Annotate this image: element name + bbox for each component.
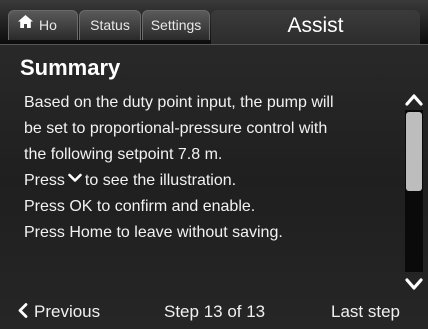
summary-line: Press OK to confirm and enable. xyxy=(24,198,256,216)
page-title: Summary xyxy=(20,55,121,80)
previous-button[interactable]: Previous xyxy=(18,302,100,322)
illustration-text: to see the illustration. xyxy=(84,172,237,190)
scrollbar-thumb[interactable] xyxy=(406,112,422,191)
summary-line: Press Home to leave without saving. xyxy=(24,224,283,242)
tab-settings-label: Settings xyxy=(150,17,202,33)
tab-bar: Ho Status Settings Assist xyxy=(0,0,428,45)
step-indicator: Step 13 of 13 xyxy=(164,302,266,321)
summary-line-press-down: Press to see the illustration. xyxy=(24,168,399,194)
home-icon xyxy=(17,11,34,38)
last-step-button[interactable]: Last step xyxy=(331,302,400,322)
tab-assist[interactable]: Assist xyxy=(211,10,420,44)
summary-line: be set to proportional-pressure control … xyxy=(24,120,328,137)
tab-home[interactable]: Ho xyxy=(8,10,78,40)
summary-line: Based on the duty point input, the pump … xyxy=(24,94,334,111)
scroll-up-arrow-icon[interactable] xyxy=(403,92,425,108)
tab-settings[interactable]: Settings xyxy=(142,10,210,40)
chevron-down-icon xyxy=(68,166,82,192)
screen: Ho Status Settings Assist Summary Based … xyxy=(0,0,428,329)
tab-status-label: Status xyxy=(90,17,130,33)
bottom-bar: Previous Step 13 of 13 Last step xyxy=(0,294,428,329)
tab-home-label: Ho xyxy=(39,17,57,33)
summary-line: the following setpoint 7.8 m. xyxy=(24,146,223,163)
scroll-down-arrow-icon[interactable] xyxy=(403,276,425,292)
summary-text: Based on the duty point input, the pump … xyxy=(24,90,399,246)
chevron-left-icon xyxy=(18,302,34,321)
previous-label: Previous xyxy=(34,302,101,321)
tab-status[interactable]: Status xyxy=(79,10,141,40)
tab-assist-label: Assist xyxy=(287,14,344,37)
press-text: Press xyxy=(24,172,65,190)
